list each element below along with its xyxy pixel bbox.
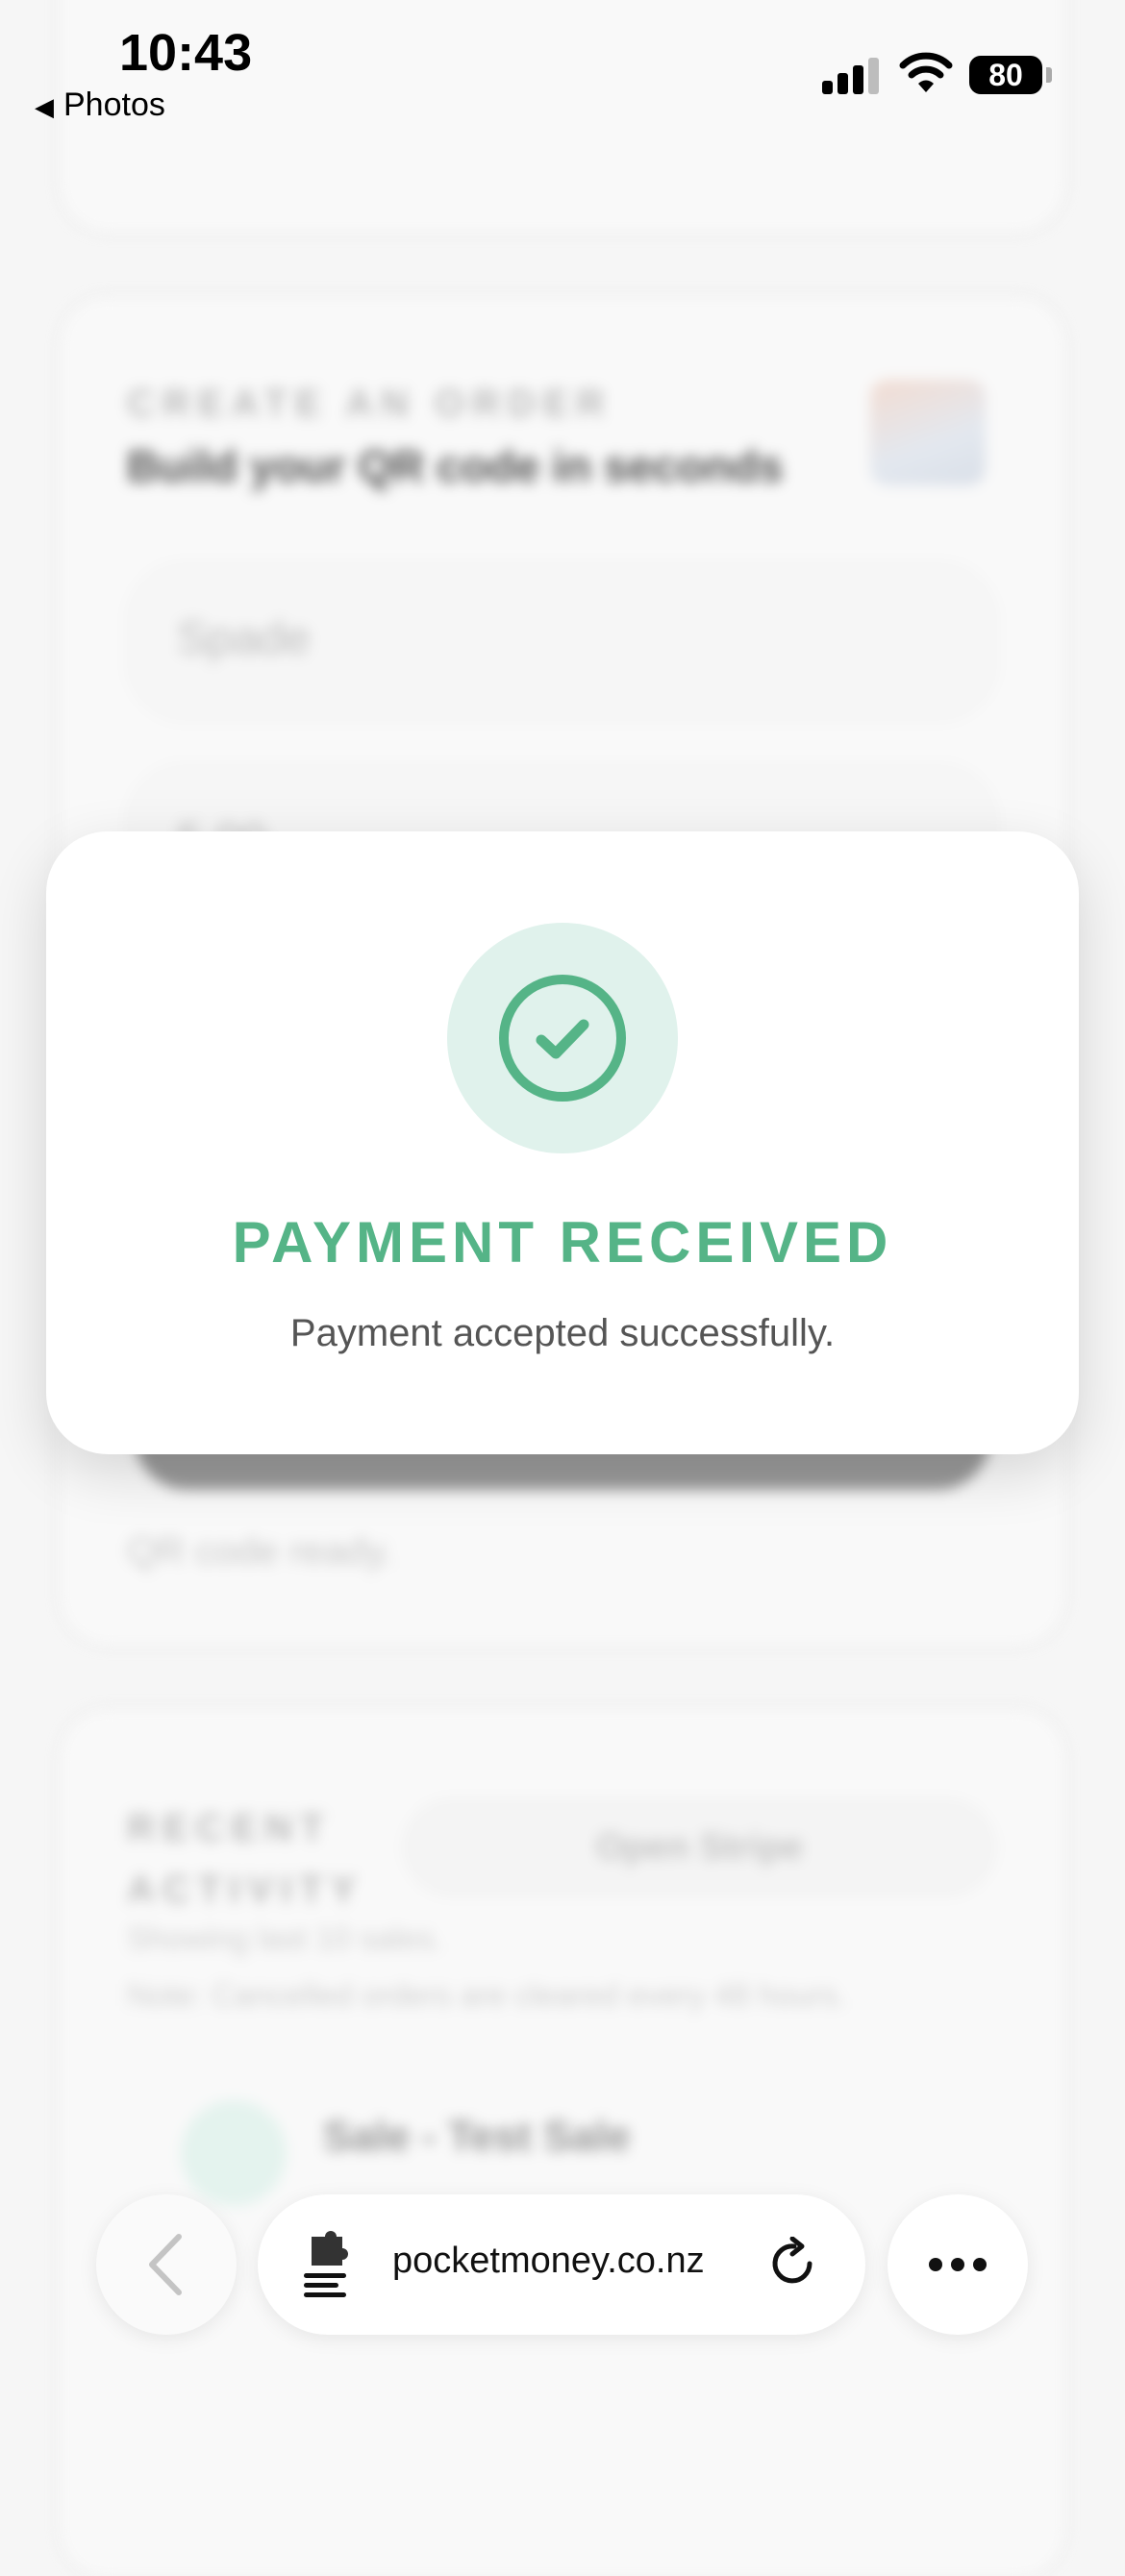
address-bar[interactable]: pocketmoney.co.nz: [258, 2194, 865, 2335]
dialog-message: Payment accepted successfully.: [289, 1312, 836, 1354]
qr-status-text: QR code ready.: [127, 1530, 394, 1573]
activity-note-count: Showing last 10 sales.: [127, 1920, 443, 1956]
status-bar: 10:43 ◀ Photos 80: [0, 0, 1125, 135]
back-to-app-link[interactable]: ◀ Photos: [35, 87, 165, 124]
payment-received-dialog: PAYMENT RECEIVED Payment accepted succes…: [46, 831, 1079, 1454]
sale-title[interactable]: Sale - Test Sale: [323, 2113, 631, 2161]
activity-eyebrow-line1: RECENT: [127, 1807, 332, 1849]
sale-avatar: [181, 2100, 287, 2206]
order-illustration: [870, 380, 986, 485]
activity-note-cleanup: Note: Cancelled orders are cleared every…: [127, 1977, 847, 2013]
activity-eyebrow-line2: ACTIVITY: [127, 1869, 364, 1911]
open-stripe-button[interactable]: Open Stripe: [404, 1799, 995, 1895]
activity-eyebrow: RECENT ACTIVITY: [127, 1797, 363, 1920]
wifi-icon: [899, 52, 953, 92]
battery-icon: 80: [969, 56, 1042, 94]
back-triangle-icon: ◀: [35, 92, 54, 121]
more-options-button[interactable]: [888, 2194, 1028, 2335]
reload-icon[interactable]: [767, 2237, 821, 2291]
dialog-title: PAYMENT RECEIVED: [232, 1210, 893, 1275]
extension-puzzle-icon[interactable]: [304, 2231, 358, 2298]
ellipsis-icon: [929, 2258, 987, 2271]
url-text: pocketmoney.co.nz: [392, 2241, 705, 2281]
back-app-label: Photos: [63, 87, 165, 123]
order-title: Build your QR code in seconds: [127, 441, 784, 491]
browser-back-button[interactable]: [96, 2194, 237, 2335]
item-name-value: Spade: [177, 613, 311, 664]
chevron-left-icon: [149, 2234, 182, 2295]
order-eyebrow: CREATE AN ORDER: [127, 383, 612, 425]
battery-cap: [1046, 67, 1052, 83]
status-time: 10:43: [119, 24, 253, 82]
check-circle-icon: [499, 975, 626, 1102]
check-halo: [447, 923, 678, 1153]
cellular-signal-icon: [822, 56, 880, 94]
item-name-input[interactable]: Spade: [127, 562, 997, 721]
